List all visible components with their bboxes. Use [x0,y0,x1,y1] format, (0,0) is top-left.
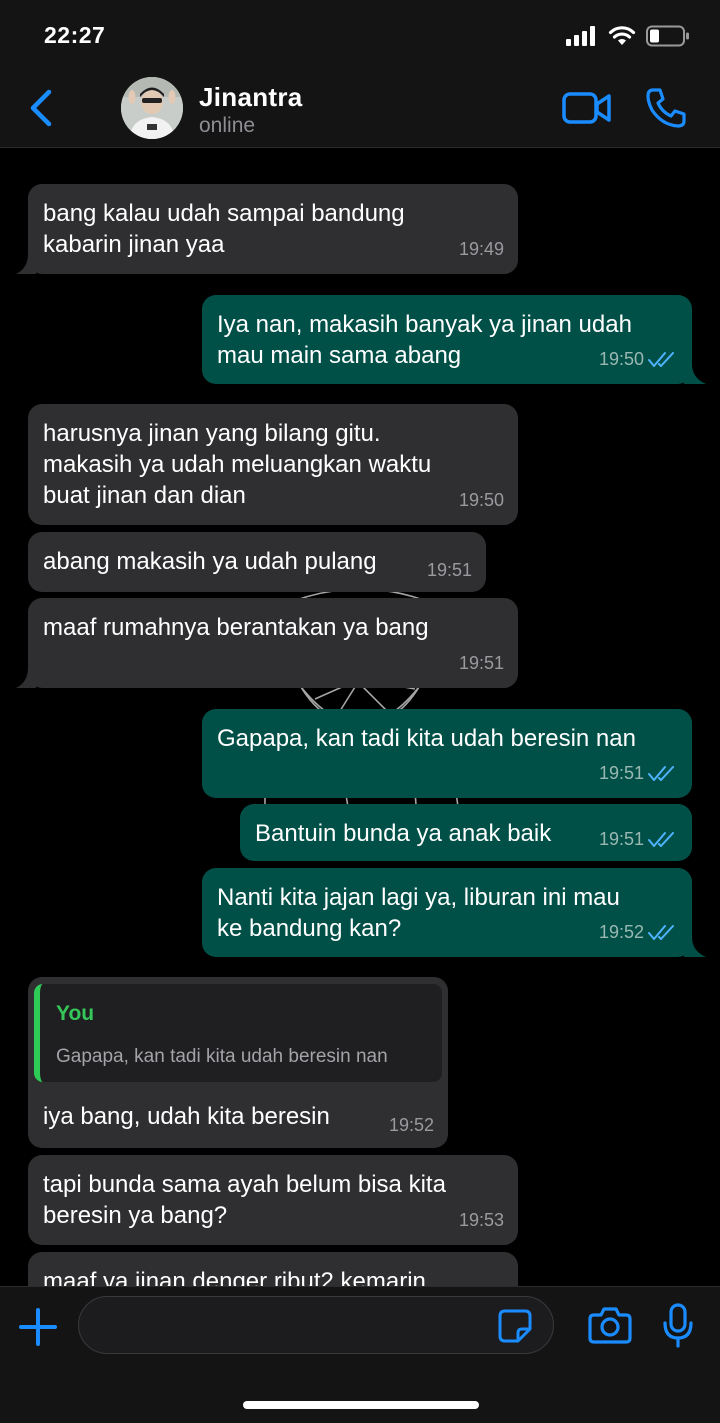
message-text: harusnya jinan yang bilang gitu. [43,420,381,447]
message-time: 19:52 [388,1115,434,1135]
chat-header: Jinantra online [0,70,720,148]
quoted-message[interactable]: You Gapapa, kan tadi kita udah beresin n… [34,984,442,1082]
sticker-button[interactable] [497,1308,533,1344]
quoted-author: You [56,1002,95,1025]
avatar-image [121,77,183,139]
attach-button[interactable] [18,1307,58,1347]
camera-button[interactable] [588,1305,632,1345]
message-text: abang makasih ya udah pulang [43,548,377,575]
plus-icon [19,1308,57,1346]
message-bubble-outgoing[interactable]: Nanti kita jajan lagi ya, liburan ini ma… [202,868,706,957]
wifi-icon [608,26,636,45]
message-bubble-incoming[interactable]: harusnya jinan yang bilang gitu. makasih… [28,404,518,525]
message-text: kabarin jinan yaa [43,231,225,258]
message-time: 19:51 [426,560,472,580]
contact-name[interactable]: Jinantra [199,82,303,113]
message-text: buat jinan dan dian [43,482,246,509]
home-indicator[interactable] [243,1401,479,1409]
message-text: maaf rumahnya berantakan ya bang [43,614,429,641]
double-check-icon [648,765,674,781]
status-icons [566,22,690,50]
message-input[interactable] [78,1296,554,1354]
message-text: tapi bunda sama ayah belum bisa kita [43,1171,446,1198]
message-bubble-incoming-reply[interactable]: You Gapapa, kan tadi kita udah beresin n… [28,977,448,1148]
bubble-tail [684,364,706,384]
double-check-icon [648,351,674,367]
message-text: iya bang, udah kita beresin [43,1103,330,1130]
message-time: 19:53 [458,1210,504,1230]
message-text: Gapapa, kan tadi kita udah beresin nan [217,725,636,752]
message-time: 19:50 [599,344,678,375]
voice-message-button[interactable] [662,1303,694,1349]
sticker-icon [498,1309,532,1343]
chat-area[interactable]: bang kalau udah sampai bandung kabarin j… [0,149,720,1286]
message-bubble-incoming[interactable]: maaf rumahnya berantakan ya bang 19:51 [16,598,518,688]
bubble-tail [16,254,36,274]
cellular-signal-icon [566,26,595,46]
message-text: bang kalau udah sampai bandung [43,200,405,227]
chevron-left-icon [30,89,52,127]
message-text: Iya nan, makasih banyak ya jinan udah [217,311,632,338]
video-call-button[interactable] [562,90,612,126]
message-time: 19:49 [458,239,504,259]
message-text: maaf ya jinan denger ribut2 kemarin [43,1268,426,1286]
message-bubble-incoming[interactable]: maaf ya jinan denger ribut2 kemarin [28,1252,518,1286]
microphone-icon [663,1303,693,1348]
message-time: 19:51 [458,653,504,673]
double-check-icon [648,924,674,940]
camera-icon [588,1307,632,1344]
contact-status: online [199,114,256,137]
message-time: 19:52 [599,917,678,948]
message-text: makasih ya udah meluangkan waktu [43,451,432,478]
avatar[interactable] [121,77,183,139]
bubble-tail [16,668,36,688]
message-input-bar [0,1286,720,1423]
back-button[interactable] [22,86,62,130]
message-time: 19:51 [599,758,678,789]
message-text: beresin ya bang? [43,1202,228,1229]
status-bar: 22:27 [0,0,720,70]
message-bubble-incoming[interactable]: bang kalau udah sampai bandung kabarin j… [16,184,518,274]
message-bubble-outgoing[interactable]: Bantuin bunda ya anak baik 19:51 [240,804,692,861]
video-camera-icon [562,92,611,124]
message-text: Nanti kita jajan lagi ya, liburan ini ma… [217,884,620,911]
status-time: 22:27 [44,22,106,48]
double-check-icon [648,831,674,847]
quoted-text: Gapapa, kan tadi kita udah beresin nan [56,1046,388,1067]
message-bubble-outgoing[interactable]: Iya nan, makasih banyak ya jinan udah ma… [202,295,706,384]
message-bubble-incoming[interactable]: abang makasih ya udah pulang 19:51 [28,532,486,592]
message-time: 19:51 [599,824,678,855]
message-bubble-outgoing[interactable]: Gapapa, kan tadi kita udah beresin nan 1… [202,709,692,798]
voice-call-button[interactable] [644,86,688,130]
message-bubble-incoming[interactable]: tapi bunda sama ayah belum bisa kita ber… [28,1155,518,1245]
phone-icon [646,88,686,128]
battery-icon [646,25,689,47]
message-time: 19:50 [458,490,504,510]
bubble-tail [684,937,706,957]
